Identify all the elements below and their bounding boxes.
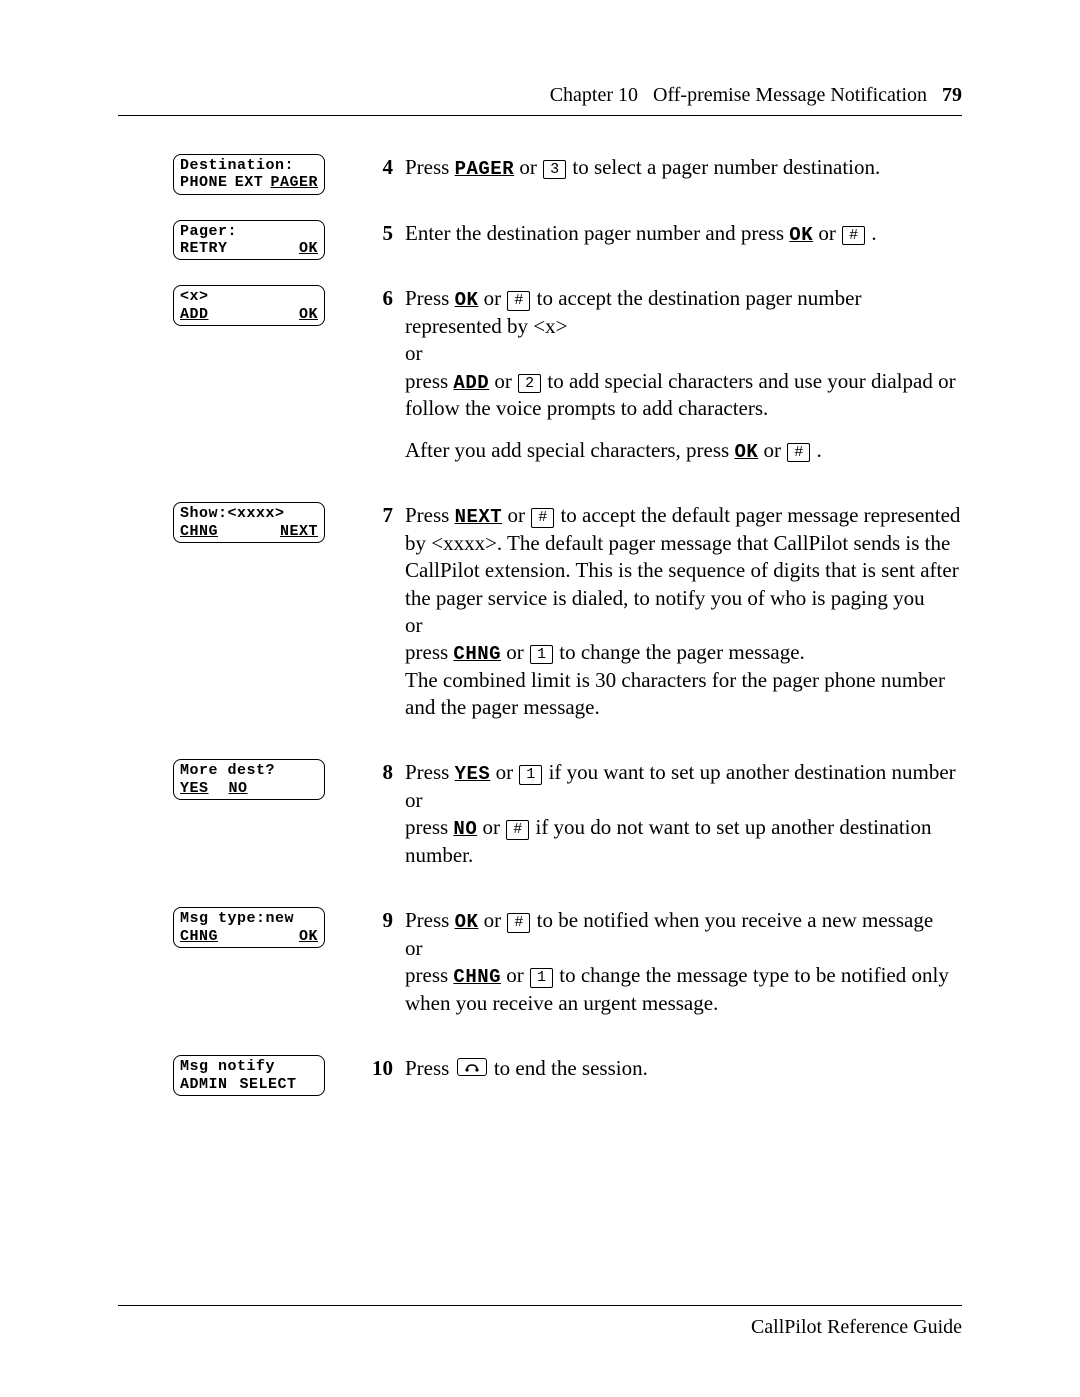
lcd-display: Pager: RETRY OK (173, 220, 325, 261)
step-text: Enter the destination pager number and p… (399, 220, 962, 262)
key-2: 2 (518, 374, 541, 393)
step-8: More dest? YES NO 8 Press YES or 1 if yo… (118, 759, 962, 883)
softkey-pager: PAGER (455, 158, 515, 180)
softkey-ok: OK (734, 441, 758, 463)
step-text: Press NEXT or # to accept the default pa… (399, 502, 962, 735)
softkey-add: ADD (453, 372, 489, 394)
chapter-label: Chapter 10 (550, 84, 638, 106)
step-text: Press to end the session. (399, 1055, 962, 1096)
key-1: 1 (530, 645, 553, 664)
step-6: <x> ADD OK 6 Press OK or # to accept the… (118, 285, 962, 478)
step-number: 4 (353, 154, 399, 180)
key-hash: # (507, 913, 530, 932)
key-hash: # (507, 291, 530, 310)
softkey-ok: OK (455, 289, 479, 311)
key-1: 1 (519, 765, 542, 784)
step-text: Press OK or # to be notified when you re… (399, 907, 962, 1031)
step-number: 6 (353, 285, 399, 311)
release-key-icon (457, 1058, 487, 1076)
step-number: 7 (353, 502, 399, 528)
page-header: Chapter 10 Off-premise Message Notificat… (118, 84, 962, 116)
lcd-display: Show:<xxxx> CHNG NEXT (173, 502, 325, 543)
step-number: 10 (353, 1055, 399, 1081)
footer-text: CallPilot Reference Guide (751, 1316, 962, 1338)
key-hash: # (506, 820, 529, 839)
softkey-chng: CHNG (453, 966, 501, 988)
document-page: Chapter 10 Off-premise Message Notificat… (0, 0, 1080, 1397)
softkey-ok: OK (789, 224, 813, 246)
lcd-display: Msg notify ADMIN SELECT (173, 1055, 325, 1096)
step-10: Msg notify ADMIN SELECT 10 Press to end … (118, 1055, 962, 1096)
lcd-display: <x> ADD OK (173, 285, 325, 326)
step-4: Destination: PHONE EXT PAGER 4 Press PAG… (118, 154, 962, 196)
softkey-next: NEXT (455, 506, 503, 528)
page-number: 79 (942, 84, 962, 106)
key-hash: # (531, 508, 554, 527)
step-text: Press OK or # to accept the destination … (399, 285, 962, 478)
step-text: Press YES or 1 if you want to set up ano… (399, 759, 962, 883)
step-text: Press PAGER or 3 to select a pager numbe… (399, 154, 962, 196)
step-number: 5 (353, 220, 399, 246)
lcd-display: Destination: PHONE EXT PAGER (173, 154, 325, 195)
softkey-yes: YES (455, 763, 491, 785)
softkey-chng: CHNG (453, 643, 501, 665)
content-area: Destination: PHONE EXT PAGER 4 Press PAG… (118, 154, 962, 1097)
key-1: 1 (530, 968, 553, 987)
key-hash: # (842, 226, 865, 245)
step-5: Pager: RETRY OK 5 Enter the destination … (118, 220, 962, 262)
chapter-title: Off-premise Message Notification (653, 84, 927, 106)
softkey-ok: OK (455, 911, 479, 933)
softkey-no: NO (453, 818, 477, 840)
step-7: Show:<xxxx> CHNG NEXT 7 Press NEXT or # … (118, 502, 962, 735)
key-hash: # (787, 443, 810, 462)
lcd-display: Msg type:new CHNG OK (173, 907, 325, 948)
step-number: 8 (353, 759, 399, 785)
lcd-display: More dest? YES NO (173, 759, 325, 800)
page-footer: CallPilot Reference Guide (118, 1305, 962, 1339)
key-3: 3 (543, 160, 566, 179)
step-number: 9 (353, 907, 399, 933)
step-9: Msg type:new CHNG OK 9 Press OK or # to … (118, 907, 962, 1031)
